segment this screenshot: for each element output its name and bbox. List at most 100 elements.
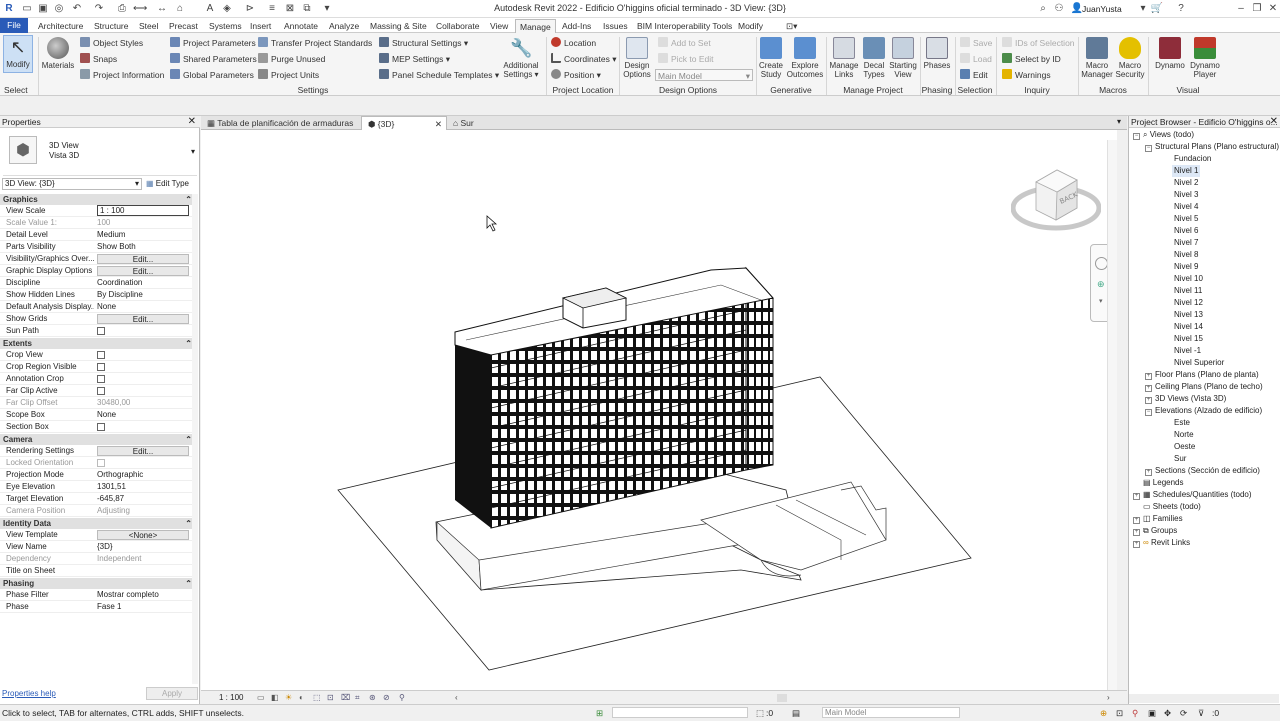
edit-type-button[interactable]: ▦ Edit Type (146, 178, 196, 190)
sun-path-checkbox[interactable] (97, 327, 105, 335)
expand-icon[interactable]: + (1145, 469, 1152, 476)
collapse-icon[interactable]: − (1145, 145, 1152, 152)
materials-button[interactable]: Materials (40, 37, 76, 70)
close-tab-icon[interactable]: ✕ (435, 117, 442, 131)
ids-of-selection-button[interactable]: IDs of Selection (1002, 37, 1075, 49)
graphic-display-edit-button[interactable]: Edit... (97, 266, 189, 276)
tree-3d-views[interactable]: +3D Views (Vista 3D) (1145, 393, 1226, 405)
tree-schedules[interactable]: + ▦ Schedules/Quantities (todo) (1133, 489, 1252, 501)
close-icon[interactable]: ✕ (188, 116, 196, 128)
modify-button[interactable]: ↖ Modify (3, 35, 33, 73)
scroll-right-icon[interactable]: › (1107, 691, 1110, 705)
prop-phase[interactable]: Phase Fase 1 (0, 601, 198, 613)
tab-add-ins[interactable]: Add-Ins (558, 19, 595, 33)
prop-discipline[interactable]: Discipline Coordination (0, 277, 198, 289)
browser-horizontal-scrollbar[interactable] (1129, 694, 1279, 703)
scroll-left-icon[interactable]: ‹ (455, 691, 458, 705)
tree-level-item[interactable]: Fundacion (1174, 153, 1211, 165)
tree-level-item[interactable]: Nivel 12 (1174, 297, 1203, 309)
tree-elevation-item[interactable]: Norte (1174, 429, 1194, 441)
macro-manager-button[interactable]: Macro Manager (1080, 37, 1114, 79)
user-name[interactable]: JuanYusta (1082, 4, 1122, 14)
tree-level-item[interactable]: Nivel 1 (1172, 165, 1201, 177)
view-scale-control[interactable]: 1 : 100 (219, 691, 243, 705)
shadows-icon[interactable]: ◐ (299, 691, 304, 705)
position-button[interactable]: Position ▾ (551, 69, 601, 81)
sun-path-icon[interactable]: ☀ (285, 691, 292, 705)
tree-level-item[interactable]: Nivel 9 (1174, 261, 1198, 273)
location-button[interactable]: Location (551, 37, 596, 49)
tab-manage[interactable]: Manage (515, 19, 556, 33)
tree-level-item[interactable]: Nivel 15 (1174, 333, 1203, 345)
tree-level-item[interactable]: Nivel 10 (1174, 273, 1203, 285)
group-identity-data[interactable]: Identity Data ⌃ (0, 518, 198, 529)
tab-bim-interoperability[interactable]: BIM Interoperability Tools (633, 19, 736, 33)
tab-modify[interactable]: Modify (734, 19, 767, 33)
select-links-icon[interactable]: ⊕ (1100, 705, 1107, 721)
workset-icon[interactable]: ⊞ (596, 705, 603, 721)
tree-elevations[interactable]: − Elevations (Alzado de edificio) (1145, 405, 1262, 417)
tree-sections[interactable]: + Sections (Sección de edificio) (1145, 465, 1260, 477)
search-icon[interactable]: ⌕ (1036, 2, 1050, 16)
design-options-button[interactable]: Design Options (621, 37, 653, 79)
tree-level-item[interactable]: Nivel 6 (1174, 225, 1198, 237)
project-units-button[interactable]: Project Units (258, 69, 319, 81)
tab-file[interactable]: File (0, 18, 28, 33)
tab-schedule-view[interactable]: ▦ Tabla de planificación de armaduras (201, 116, 361, 130)
snaps-button[interactable]: Snaps (80, 53, 117, 65)
expand-icon[interactable]: + (1133, 517, 1140, 524)
prop-hidden-lines[interactable]: Show Hidden Lines By Discipline (0, 289, 198, 301)
tree-level-item[interactable]: Nivel Superior (1174, 357, 1224, 369)
show-grids-edit-button[interactable]: Edit... (97, 314, 189, 324)
prop-detail-level[interactable]: Detail Level Medium (0, 229, 198, 241)
background-processes-icon[interactable]: ⟳ (1180, 705, 1187, 721)
select-by-id-button[interactable]: Select by ID (1002, 53, 1061, 65)
tab-insert[interactable]: Insert (246, 19, 275, 33)
annotation-crop-checkbox[interactable] (97, 375, 105, 383)
cart-icon[interactable]: 🛒 (1150, 2, 1164, 16)
tree-families[interactable]: + ◫ Families (1133, 513, 1183, 525)
prop-view-name[interactable]: View Name {3D} (0, 541, 198, 553)
tab-analyze[interactable]: Analyze (325, 19, 363, 33)
tree-level-item[interactable]: Nivel 7 (1174, 237, 1198, 249)
expand-icon[interactable]: + (1145, 385, 1152, 392)
tree-structural-plans[interactable]: − Structural Plans (Plano estructural) (1145, 141, 1279, 153)
tree-level-item[interactable]: Nivel 8 (1174, 249, 1198, 261)
expand-icon[interactable]: + (1145, 397, 1152, 404)
add-to-set-button[interactable]: Add to Set (658, 37, 711, 49)
prop-eye-elevation[interactable]: Eye Elevation 1301,51 (0, 481, 198, 493)
tree-views[interactable]: − ⌕ Views (todo) (1133, 129, 1194, 141)
apply-button[interactable]: Apply (146, 687, 198, 700)
design-options-status-icon[interactable]: ▤ (792, 705, 800, 721)
design-option-dropdown[interactable]: Main Model (822, 707, 960, 718)
help-icon[interactable]: ? (1174, 2, 1188, 16)
tab-systems[interactable]: Systems (205, 19, 246, 33)
tab-precast[interactable]: Precast (165, 19, 202, 33)
crop-region-checkbox[interactable] (97, 363, 105, 371)
tree-sheets[interactable]: ▭ Sheets (todo) (1133, 501, 1201, 513)
project-parameters-button[interactable]: Project Parameters (170, 37, 256, 49)
expand-icon[interactable]: + (1133, 529, 1140, 536)
load-selection-button[interactable]: Load (960, 53, 992, 65)
prop-analysis-display[interactable]: Default Analysis Display... None (0, 301, 198, 313)
additional-settings-button[interactable]: 🔧 Additional Settings ▾ (500, 37, 542, 79)
select-by-face-icon[interactable]: ▣ (1148, 705, 1156, 721)
group-camera[interactable]: Camera ⌃ (0, 434, 198, 445)
minimize-icon[interactable]: – (1234, 2, 1248, 16)
tree-level-item[interactable]: Nivel 13 (1174, 309, 1203, 321)
tree-level-item[interactable]: Nivel 2 (1174, 177, 1198, 189)
reveal-hidden-icon[interactable]: ⊘ (383, 691, 390, 705)
view-template-button[interactable]: <None> (97, 530, 189, 540)
crop-view-checkbox[interactable] (97, 351, 105, 359)
tab-massing-site[interactable]: Massing & Site (366, 19, 431, 33)
tree-level-item[interactable]: Nivel 14 (1174, 321, 1203, 333)
lock-3d-view-icon[interactable]: ⊡ (327, 691, 334, 705)
save-selection-button[interactable]: Save (960, 37, 992, 49)
select-pinned-icon[interactable]: ⚲ (1132, 705, 1138, 721)
panel-schedule-templates-button[interactable]: Panel Schedule Templates ▾ (379, 69, 499, 81)
instance-filter-dropdown[interactable]: 3D View: {3D} ▾ (2, 178, 142, 190)
drag-elements-icon[interactable]: ✥ (1164, 705, 1171, 721)
filter-icon[interactable]: ⊽ (1198, 705, 1204, 721)
prop-parts-visibility[interactable]: Parts Visibility Show Both (0, 241, 198, 253)
group-extents[interactable]: Extents ⌃ (0, 338, 198, 349)
